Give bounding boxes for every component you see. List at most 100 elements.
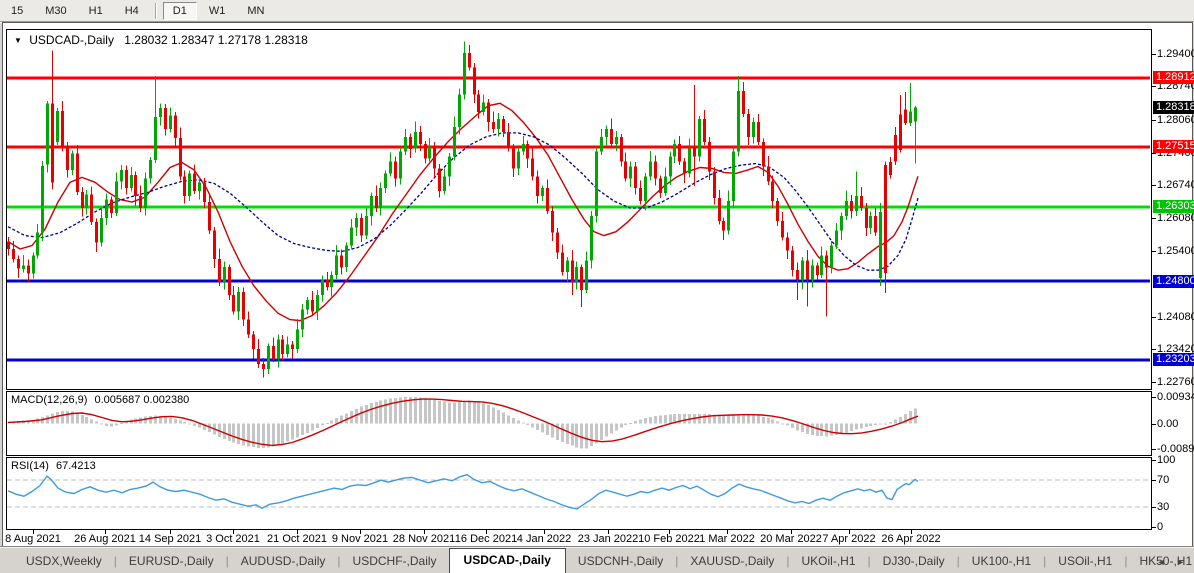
candle-body [203,182,206,202]
candle-body [228,267,231,295]
macd-histogram-bar [443,402,446,424]
ohlc-values: 1.28032 1.28347 1.27178 1.28318 [124,33,308,47]
candle-body [865,208,868,228]
candle-body [316,295,319,312]
macd-histogram-bar [683,414,686,424]
candle-body [816,265,819,275]
macd-histogram-bar [889,422,892,424]
candle-body [845,201,848,216]
candle-body [722,221,725,231]
candle-body [389,162,392,174]
candle-body [46,103,49,164]
tab-xauusd-daily[interactable]: XAUUSD-,Daily [678,550,786,573]
candle-body [257,349,260,364]
macd-histogram-bar [301,424,304,436]
chart-tab-bar: USDX,Weekly|EURUSD-,Daily|AUDUSD-,Daily|… [0,546,1194,573]
macd-histogram-bar [791,424,794,429]
candle-body [561,252,564,272]
tab-usdx-weekly[interactable]: USDX,Weekly [14,550,114,573]
candle-body [438,169,441,192]
tab-eurusd-daily[interactable]: EURUSD-,Daily [117,550,226,573]
candle-body [477,94,480,112]
rsi-axis-label: 30 [1157,501,1169,513]
tab-uk100-h1[interactable]: UK100-,H1 [960,550,1043,573]
tab-usoil-h1[interactable]: USOil-,H1 [1046,550,1124,573]
macd-histogram-bar [149,416,152,424]
candle-body [125,170,128,188]
macd-histogram-bar [727,415,730,424]
candle-body [237,292,240,312]
tab-dj30-daily[interactable]: DJ30-,Daily [871,550,957,573]
rsi-axis-label: 100 [1157,454,1175,466]
candle-body [487,102,490,122]
candle-body [580,267,583,290]
chart-canvas[interactable] [0,0,1194,573]
candle-body [262,364,265,369]
candle-body [698,119,701,157]
candle-body [139,196,142,208]
candle-body [326,280,329,287]
candle-body [590,216,593,260]
candle-body [433,147,436,169]
candle-body [130,175,133,188]
candle-body [879,212,882,278]
macd-histogram-bar [242,424,245,446]
candle-body [355,218,358,228]
macd-indicator-label: MACD(12,26,9) 0.005687 0.002380 [11,394,189,406]
macd-histogram-bar [865,424,868,428]
candle-body [198,182,201,191]
tab-usdcad-daily[interactable]: USDCAD-,Daily [449,548,566,573]
candle-body [737,91,740,152]
candle-body [791,250,794,270]
date-label: 26 Aug 2021 [74,533,136,545]
macd-histogram-bar [561,424,564,443]
macd-histogram-bar [487,405,490,424]
candle-body [193,173,196,191]
tab-usdchf-daily[interactable]: USDCHF-,Daily [341,550,449,573]
macd-histogram-bar [291,424,294,440]
macd-histogram-bar [414,397,417,424]
tab-audusd-daily[interactable]: AUDUSD-,Daily [229,550,338,573]
macd-histogram-bar [752,415,755,424]
candle-body [56,111,59,142]
candle-body [644,176,647,201]
candle-body [551,211,554,233]
macd-histogram-bar [95,422,98,424]
tab-ukoil-h1[interactable]: UKOil-,H1 [790,550,868,573]
candle-body [522,144,525,152]
macd-histogram-bar [884,423,887,424]
rsi-indicator-label: RSI(14) 67.4213 [11,460,96,472]
candle-body [727,201,730,231]
date-label: 8 Aug 2021 [5,533,61,545]
candle-body [767,167,770,182]
candle-body [904,110,907,123]
macd-histogram-bar [267,424,270,448]
candle-body [742,91,745,114]
candle-body [384,173,387,188]
macd-histogram-bar [458,402,461,424]
macd-histogram-bar [228,424,231,442]
candle-body [595,152,598,216]
candle-body [713,171,716,198]
candle-body [370,196,373,216]
price-badge: 1.27515 [1153,140,1194,153]
scroll-right-icon[interactable]: ► [1176,557,1189,567]
candle-body [649,162,652,177]
price-badge: 1.26303 [1153,200,1194,213]
tab-usdcnh-daily[interactable]: USDCNH-,Daily [566,550,675,573]
candle-body [899,115,902,151]
candle-body [747,114,750,137]
macd-histogram-bar [477,402,480,424]
mt4-application-window: 15M30H1H4D1W1MN ▼ USDCAD-,Daily 1.28032 … [0,0,1194,573]
candle-body [311,300,314,312]
macd-histogram-bar [389,399,392,424]
scroll-left-icon[interactable]: ◄ [1157,557,1170,567]
candle-body [110,200,113,213]
macd-histogram-bar [796,424,799,431]
candle-body [340,255,343,267]
candle-body [134,175,137,196]
candle-body [526,144,529,159]
candle-body [507,132,510,149]
macd-histogram-bar [825,424,828,437]
macd-histogram-bar [840,424,843,434]
